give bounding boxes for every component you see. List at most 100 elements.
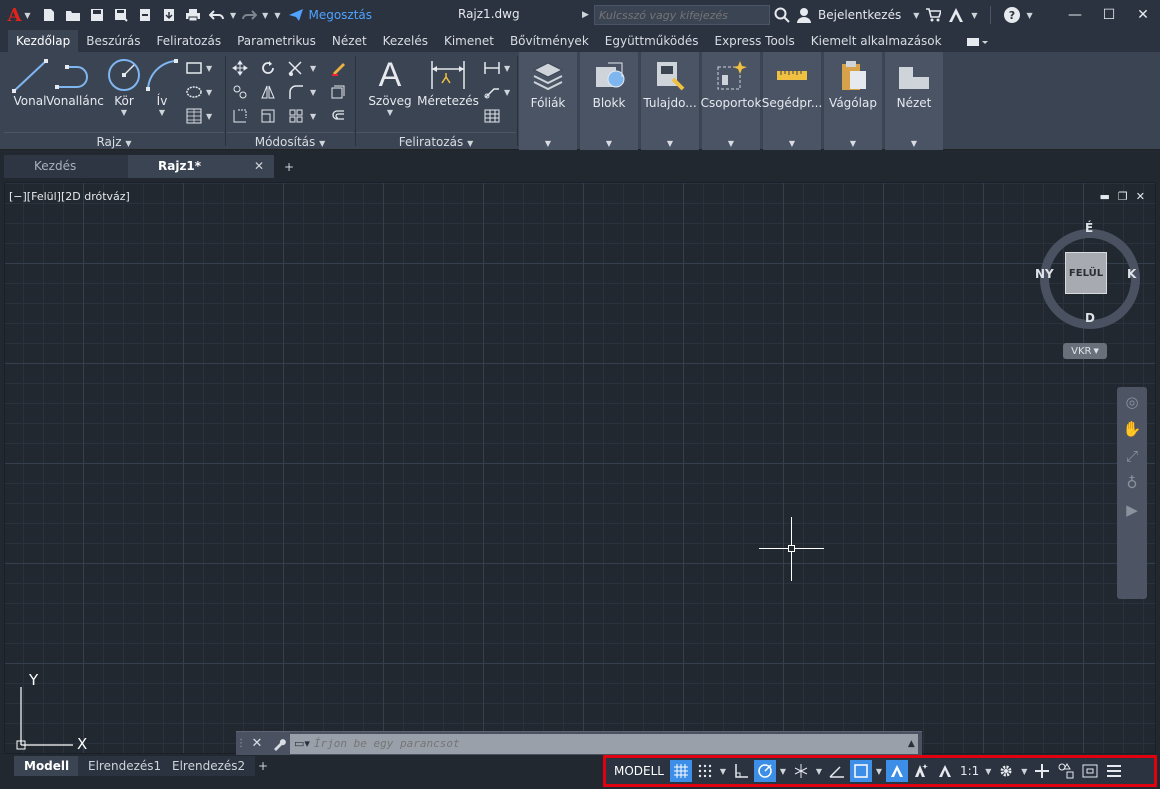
customize-qat-icon[interactable]: ▼ — [274, 11, 280, 20]
rotate-icon[interactable] — [258, 58, 278, 78]
pan-icon[interactable]: ✋ — [1123, 420, 1142, 438]
redo-dropdown-icon[interactable]: ▼ — [262, 11, 268, 20]
groups-tile[interactable]: Csoportok ▼ — [701, 52, 761, 150]
command-history-icon[interactable]: ▲ — [905, 739, 918, 749]
undo-icon[interactable] — [206, 4, 228, 26]
zoom-extents-icon[interactable]: ⤢ — [1126, 447, 1138, 465]
viewport-minimize-icon[interactable]: ▬ — [1100, 190, 1110, 203]
annotation-scale-icon[interactable] — [934, 760, 956, 782]
user-icon[interactable] — [796, 7, 812, 23]
new-tab-icon[interactable]: + — [278, 157, 300, 177]
object-snap-tracking-icon[interactable] — [826, 760, 848, 782]
array-icon[interactable] — [286, 106, 306, 126]
open-folder-icon[interactable] — [62, 4, 84, 26]
line-button[interactable]: Vonal — [6, 56, 54, 118]
model-space-button[interactable]: MODELL — [610, 764, 668, 778]
maximize-icon[interactable]: ☐ — [1092, 0, 1126, 30]
close-command-line-icon[interactable]: ✕ — [246, 736, 268, 751]
customize-wrench-icon[interactable] — [268, 737, 290, 751]
layers-tile[interactable]: Fóliák ▼ — [519, 52, 577, 150]
search-input[interactable] — [594, 5, 770, 25]
ribbon-tab[interactable]: Feliratozás — [149, 30, 230, 52]
expand-search-icon[interactable]: ▶ — [582, 10, 594, 20]
erase-icon[interactable] — [328, 58, 348, 78]
hatch-icon[interactable] — [184, 82, 204, 102]
annotation-monitor-plus-icon[interactable] — [1031, 760, 1053, 782]
orbit-icon[interactable]: ♁ — [1127, 474, 1138, 492]
add-layout-icon[interactable]: + — [248, 756, 278, 776]
linear-dimension-dropdown-icon[interactable]: ▼ — [504, 64, 510, 73]
tab-drawing[interactable]: Rajz1* ✕ — [128, 155, 274, 178]
compass-west[interactable]: NY — [1035, 267, 1054, 281]
copy-icon[interactable] — [230, 82, 250, 102]
modify-panel-title[interactable]: Módosítás ▼ — [226, 132, 354, 150]
help-dropdown-icon[interactable]: ▼ — [1027, 11, 1033, 20]
gradient-icon[interactable] — [184, 106, 204, 126]
sign-in-button[interactable]: Bejelentkezés — [818, 8, 901, 22]
polar-tracking-icon[interactable] — [754, 760, 776, 782]
ribbon-tab[interactable]: Kezdőlap — [8, 30, 79, 52]
ortho-icon[interactable] — [730, 760, 752, 782]
new-file-icon[interactable] — [38, 4, 60, 26]
annotation-autoscale-icon[interactable] — [910, 760, 932, 782]
redo-icon[interactable] — [238, 4, 260, 26]
recent-commands-icon[interactable]: ▭▾ — [290, 737, 310, 750]
layout-tab-model[interactable]: Modell — [14, 756, 80, 776]
offset-icon[interactable] — [328, 106, 348, 126]
grid-icon[interactable] — [670, 760, 692, 782]
snap-dropdown-icon[interactable]: ▼ — [718, 767, 728, 776]
snap-icon[interactable] — [694, 760, 716, 782]
gradient-dropdown-icon[interactable]: ▼ — [206, 112, 212, 121]
workspace-dropdown-icon[interactable]: ▼ — [1019, 767, 1029, 776]
fillet-dropdown-icon[interactable]: ▼ — [310, 88, 316, 97]
autodesk-a360-icon[interactable] — [947, 7, 965, 23]
showmotion-icon[interactable]: ▶ — [1126, 501, 1138, 519]
draw-panel-title[interactable]: Rajz ▼ — [4, 132, 224, 150]
leader-icon[interactable] — [482, 82, 502, 102]
ribbon-tab[interactable]: Express Tools — [707, 30, 803, 52]
move-icon[interactable] — [230, 58, 250, 78]
workspace-gear-icon[interactable] — [995, 760, 1017, 782]
dimension-button[interactable]: Méretezés — [417, 56, 479, 118]
clean-screen-icon[interactable] — [1079, 760, 1101, 782]
compass-east[interactable]: K — [1127, 267, 1136, 281]
wcs-menu[interactable]: VKR ▼ — [1063, 343, 1107, 359]
annotation-visibility-icon[interactable] — [886, 760, 908, 782]
open-web-icon[interactable] — [134, 4, 156, 26]
stretch-icon[interactable] — [230, 106, 250, 126]
viewport-controls-label[interactable]: [−][Felül][2D drótváz] — [9, 190, 130, 203]
share-button[interactable]: Megosztás — [288, 8, 372, 22]
mirror-icon[interactable] — [258, 82, 278, 102]
explode-icon[interactable] — [328, 82, 348, 102]
arc-button[interactable]: Ív ▼ — [138, 56, 186, 118]
command-input[interactable] — [309, 733, 905, 754]
search-icon[interactable] — [774, 7, 790, 23]
drawing-canvas[interactable]: [−][Felül][2D drótváz] ▬ ❐ ✕ FELÜL É NY … — [4, 182, 1156, 754]
sign-in-dropdown-icon[interactable]: ▼ — [913, 11, 919, 20]
compass-south[interactable]: D — [1085, 311, 1095, 325]
trim-dropdown-icon[interactable]: ▼ — [310, 64, 316, 73]
polyline-button[interactable]: Vonallánc — [46, 56, 104, 118]
steering-wheel-icon[interactable]: ◎ — [1125, 393, 1138, 411]
command-line-grip[interactable]: ⋮ — [236, 734, 246, 754]
array-dropdown-icon[interactable]: ▼ — [310, 112, 316, 121]
rectangle-icon[interactable] — [184, 58, 204, 78]
application-menu-button[interactable]: A ▼ — [0, 0, 38, 30]
close-icon[interactable]: ✕ — [1126, 0, 1160, 30]
viewport-close-icon[interactable]: ✕ — [1136, 190, 1145, 203]
properties-tile[interactable]: Tulajdo... ▼ — [641, 52, 699, 150]
print-icon[interactable] — [182, 4, 204, 26]
view-tile[interactable]: Nézet ▼ — [885, 52, 943, 150]
hatch-dropdown-icon[interactable]: ▼ — [206, 88, 212, 97]
leader-dropdown-icon[interactable]: ▼ — [504, 88, 510, 97]
undo-dropdown-icon[interactable]: ▼ — [230, 11, 236, 20]
block-tile[interactable]: Blokk ▼ — [580, 52, 638, 150]
isodraft-icon[interactable] — [790, 760, 812, 782]
rectangle-dropdown-icon[interactable]: ▼ — [206, 64, 212, 73]
ribbon-tab[interactable]: Kezelés — [375, 30, 436, 52]
table-icon[interactable] — [482, 106, 502, 126]
save-web-icon[interactable] — [158, 4, 180, 26]
scale-icon[interactable] — [258, 106, 278, 126]
viewcube-top-face[interactable]: FELÜL — [1065, 252, 1107, 294]
trim-icon[interactable] — [286, 58, 306, 78]
